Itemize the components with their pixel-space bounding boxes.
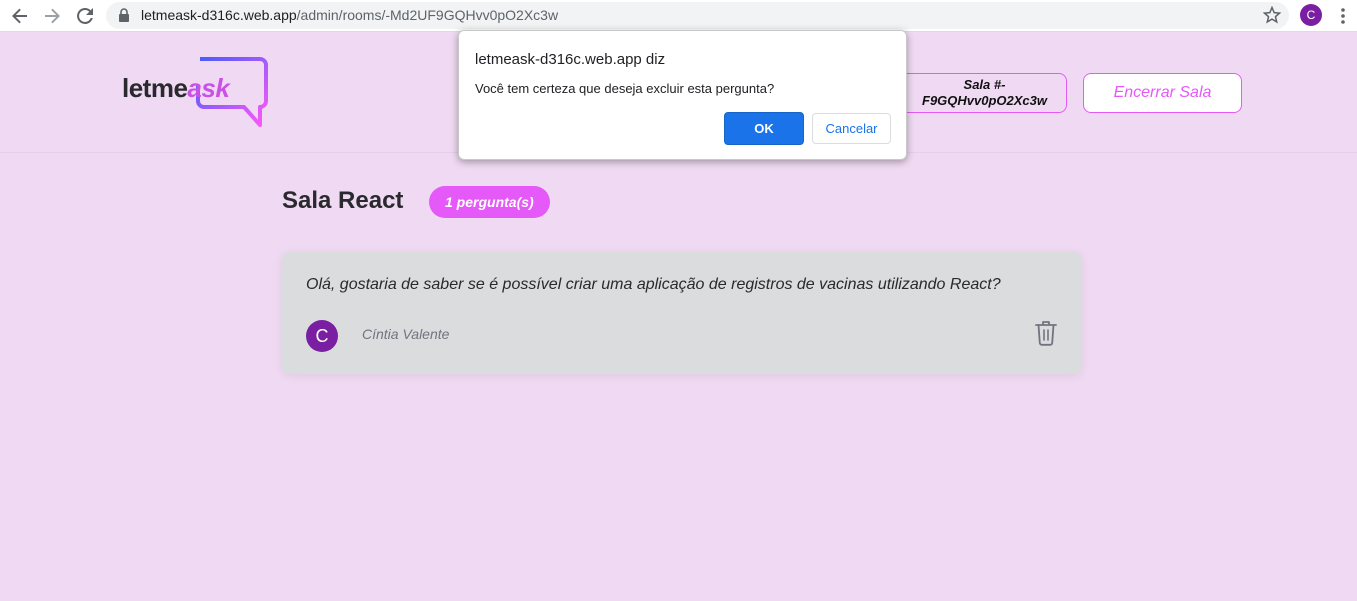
arrow-right-icon [45, 8, 60, 24]
end-room-button[interactable]: Encerrar Sala [1083, 73, 1242, 113]
author-avatar: C [306, 320, 338, 352]
arrow-left-icon [12, 8, 27, 24]
logo-prefix: letme [122, 73, 188, 103]
confirm-dialog: letmeask-d316c.web.app diz Você tem cert… [458, 30, 907, 160]
dialog-message: Você tem certeza que deseja excluir esta… [475, 81, 775, 96]
url-text: letmeask-d316c.web.app/admin/rooms/-Md2U… [141, 7, 558, 23]
url-domain: letmeask-d316c.web.app [141, 7, 297, 23]
back-button[interactable] [8, 4, 32, 28]
reload-icon [77, 7, 93, 24]
cancel-button[interactable]: Cancelar [812, 113, 891, 144]
more-options-icon[interactable] [1334, 6, 1352, 26]
question-count-badge: 1 pergunta(s) [429, 186, 550, 218]
dialog-title: letmeask-d316c.web.app diz [475, 51, 666, 68]
reload-button[interactable] [73, 4, 97, 28]
question-content: Olá, gostaria de saber se é possível cri… [306, 276, 1001, 293]
author-name: Cíntia Valente [362, 326, 450, 342]
room-title: Sala React [282, 187, 404, 214]
room-code-line2: F9GQHvv0pO2Xc3w [922, 93, 1047, 108]
lock-icon [119, 8, 129, 22]
logo-suffix: ask [187, 73, 230, 103]
room-code-line1: Sala #- [963, 77, 1006, 92]
ok-button[interactable]: OK [724, 112, 804, 145]
url-path: /admin/rooms/-Md2UF9GQHvv0pO2Xc3w [296, 7, 559, 23]
question-card: Olá, gostaria de saber se é possível cri… [282, 252, 1082, 374]
room-code-button[interactable]: Sala #- F9GQHvv0pO2Xc3w [900, 73, 1067, 113]
bookmark-star-icon[interactable] [1263, 6, 1281, 24]
room-code-text: Sala #- F9GQHvv0pO2Xc3w [901, 77, 1066, 109]
letmeask-logo: letmeask [120, 57, 272, 129]
forward-button[interactable] [40, 4, 64, 28]
trash-icon[interactable] [1034, 320, 1058, 346]
address-bar[interactable]: letmeask-d316c.web.app/admin/rooms/-Md2U… [106, 2, 1289, 29]
logo-text: letmeask [122, 73, 230, 104]
profile-avatar[interactable]: C [1300, 4, 1322, 26]
browser-toolbar: letmeask-d316c.web.app/admin/rooms/-Md2U… [0, 0, 1357, 32]
